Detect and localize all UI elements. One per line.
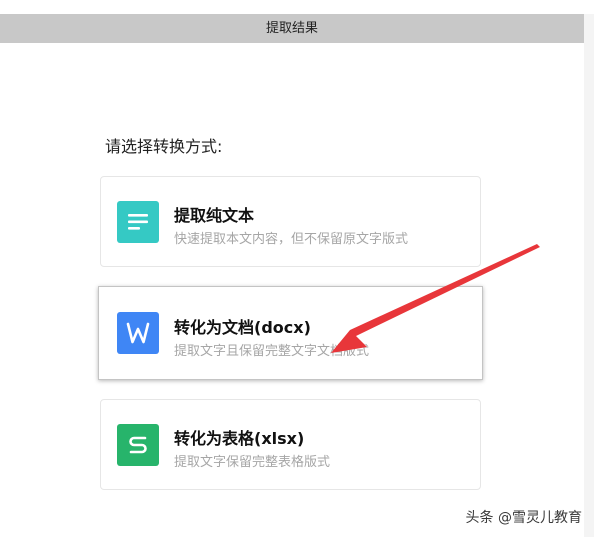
dialog-title: 提取结果 [0,14,584,43]
word-w-icon [117,312,159,354]
extract-result-dialog: 提取结果 请选择转换方式: 提取纯文本 快速提取本文内容，但不保留原文字版式 转… [0,14,584,537]
window-right-edge [584,14,594,537]
option-title: 转化为文档(docx) [174,318,311,337]
option-title: 转化为表格(xlsx) [174,429,305,448]
option-plain-text[interactable]: 提取纯文本 快速提取本文内容，但不保留原文字版式 [100,176,481,267]
conversion-prompt: 请选择转换方式: [105,137,223,156]
option-description: 提取文字保留完整表格版式 [174,455,331,470]
sheet-s-icon [117,424,159,466]
top-strip [0,0,594,14]
text-lines-icon [117,201,159,243]
option-description: 快速提取本文内容，但不保留原文字版式 [174,232,409,247]
option-title: 提取纯文本 [174,206,255,225]
option-convert-docx[interactable]: 转化为文档(docx) 提取文字且保留完整文字文档版式 [98,286,483,380]
watermark-text: 头条 @雪灵儿教育 [465,510,582,526]
option-convert-xlsx[interactable]: 转化为表格(xlsx) 提取文字保留完整表格版式 [100,399,481,490]
option-description: 提取文字且保留完整文字文档版式 [174,344,370,359]
